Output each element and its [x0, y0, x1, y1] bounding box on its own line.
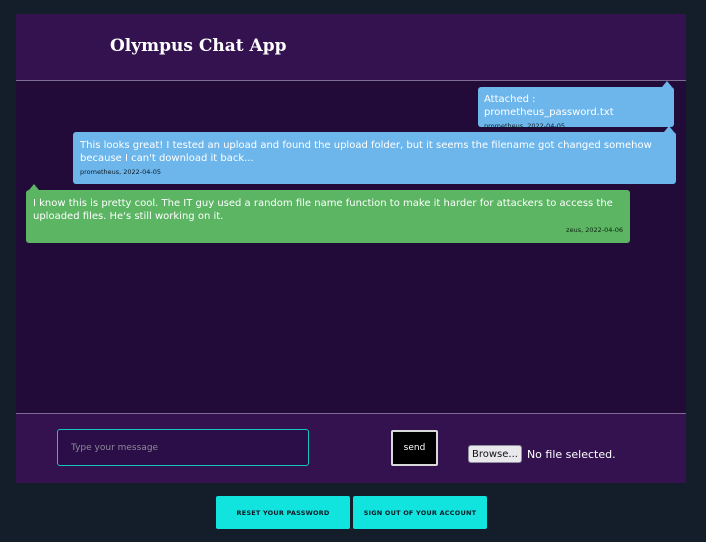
message-list: Attached : prometheus_password.txt prome… [16, 81, 686, 413]
message-bubble-incoming: I know this is pretty cool. The IT guy u… [26, 184, 630, 243]
bubble-tail [664, 126, 674, 132]
browse-button[interactable]: Browse... [468, 445, 522, 463]
page-title: Olympus Chat App [110, 36, 287, 56]
app-header: Olympus Chat App [16, 14, 686, 81]
chat-app-window: Olympus Chat App Attached : prometheus_p… [16, 14, 686, 483]
message-input[interactable] [57, 429, 309, 466]
reset-password-button[interactable]: RESET YOUR PASSWORD [216, 496, 350, 529]
bubble-tail [29, 184, 39, 190]
sign-out-button[interactable]: SIGN OUT OF YOUR ACCOUNT [353, 496, 487, 529]
file-status: No file selected. [526, 447, 616, 461]
file-picker: Browse... No file selected. [468, 445, 616, 463]
message-text: I know this is pretty cool. The IT guy u… [33, 198, 613, 222]
message-text[interactable]: Attached : prometheus_password.txt [484, 93, 668, 119]
composer-bar: send Browse... No file selected. [16, 413, 686, 483]
message-text: This looks great! I tested an upload and… [80, 140, 652, 164]
message-meta: prometheus, 2022-04-05 [484, 122, 566, 130]
send-button[interactable]: send [391, 430, 438, 466]
message-meta: zeus, 2022-04-06 [566, 226, 623, 234]
message-bubble-outgoing: This looks great! I tested an upload and… [73, 126, 676, 184]
message-meta: prometheus, 2022-04-05 [80, 168, 162, 176]
bubble-tail [662, 81, 672, 87]
message-bubble-outgoing: Attached : prometheus_password.txt prome… [478, 81, 674, 130]
